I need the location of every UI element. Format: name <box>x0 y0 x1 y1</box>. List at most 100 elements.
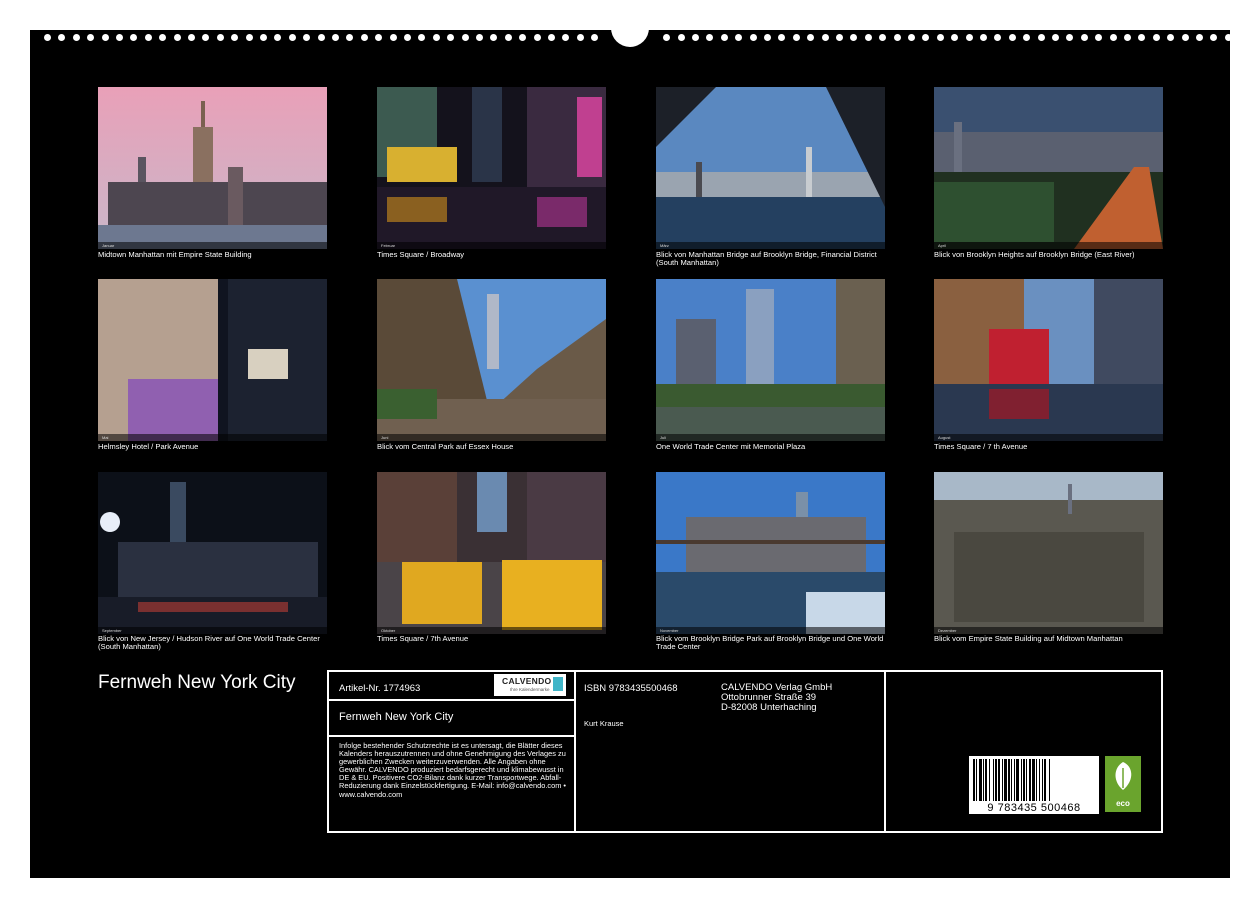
barcode-bar <box>983 759 984 801</box>
binding-hole <box>994 34 1001 41</box>
binding-hole <box>1210 34 1217 41</box>
barcode-bar <box>998 759 1000 801</box>
photo-thumbnail: Juni <box>377 279 606 441</box>
photo-caption: Blick vom Empire State Building auf Midt… <box>934 634 1123 643</box>
binding-hole <box>433 34 440 41</box>
month-label: Mai <box>102 435 109 440</box>
eco-badge: eco <box>1105 756 1141 812</box>
binding-hole <box>836 34 843 41</box>
photo-thumbnail: April <box>934 87 1163 249</box>
divider <box>329 735 574 737</box>
binding-hole <box>1110 34 1117 41</box>
manhattan-bridge-photo <box>656 87 885 249</box>
binding-hole <box>303 34 310 41</box>
binding-hole <box>548 34 555 41</box>
photo-caption: Blick von New Jersey / Hudson River auf … <box>98 634 320 652</box>
binding-hole <box>260 34 267 41</box>
month-label: April <box>938 243 947 248</box>
month-strip: September <box>98 627 327 634</box>
month-label: Februar <box>381 243 396 248</box>
article-number: Artikel-Nr. 1774963 <box>339 683 421 694</box>
month-strip: Mai <box>98 434 327 441</box>
binding-hole <box>332 34 339 41</box>
binding-hole <box>202 34 209 41</box>
binding-hole <box>534 34 541 41</box>
taxi-photo <box>377 472 606 634</box>
author: Kurt Krause <box>584 719 624 728</box>
barcode-bar <box>1026 759 1027 801</box>
month-label: Juni <box>381 435 389 440</box>
binding-hole <box>174 34 181 41</box>
photo-caption: Times Square / 7 th Avenue <box>934 442 1028 451</box>
photo-thumbnail: Februar <box>377 87 606 249</box>
photo-thumbnail: November <box>656 472 885 634</box>
binding-hole <box>778 34 785 41</box>
photo-caption: Helmsley Hotel / Park Avenue <box>98 442 199 451</box>
divider <box>884 672 886 831</box>
binding-hole <box>1124 34 1131 41</box>
photo-thumbnail: August <box>934 279 1163 441</box>
photo-caption: Blick vom Brooklyn Bridge Park auf Brook… <box>656 634 884 652</box>
skyline-photo <box>98 87 327 249</box>
barcode-bar <box>1036 759 1037 801</box>
hudson-river-photo <box>98 472 327 634</box>
binding-hole <box>490 34 497 41</box>
binding-hole <box>58 34 65 41</box>
photo-caption: Midtown Manhattan mit Empire State Build… <box>98 250 252 259</box>
month-strip: April <box>934 242 1163 249</box>
calvendo-logo: CALVENDO Ihre Kalendermarke <box>494 674 566 696</box>
binding-hole <box>476 34 483 41</box>
helmsley-hotel-photo <box>98 279 327 441</box>
central-park-photo <box>377 279 606 441</box>
month-label: Dezember <box>938 628 957 633</box>
barcode-bar <box>995 759 997 801</box>
isbn: ISBN 9783435500468 <box>584 683 678 694</box>
binding-hole <box>505 34 512 41</box>
binding-hole <box>130 34 137 41</box>
binding-hole <box>217 34 224 41</box>
month-strip: Juli <box>656 434 885 441</box>
divider <box>574 672 576 831</box>
binding-hole <box>1038 34 1045 41</box>
binding-hole <box>706 34 713 41</box>
barcode-number: 9 783435 500468 <box>987 802 1081 814</box>
barcode-bar <box>1002 759 1003 801</box>
binding-hole <box>418 34 425 41</box>
month-strip: November <box>656 627 885 634</box>
barcode-bar <box>1014 759 1015 801</box>
logo-tagline: Ihre Kalendermarke <box>510 687 550 692</box>
binding-hole <box>1081 34 1088 41</box>
barcode-bar <box>979 759 982 801</box>
binding-hole <box>73 34 80 41</box>
month-label: März <box>660 243 669 248</box>
binding-hole <box>1225 34 1232 41</box>
calendar-title: Fernweh New York City <box>98 672 296 693</box>
photo-caption: One World Trade Center mit Memorial Plaz… <box>656 442 806 451</box>
photo-caption: Blick von Brooklyn Heights auf Brooklyn … <box>934 250 1135 259</box>
barcode-bar <box>976 759 977 801</box>
binding-hole <box>1167 34 1174 41</box>
binding-hole <box>87 34 94 41</box>
binding-hole <box>404 34 411 41</box>
barcode-bar <box>1023 759 1025 801</box>
barcode-bar <box>985 759 987 801</box>
month-strip: Februar <box>377 242 606 249</box>
barcode-bar <box>1008 759 1010 801</box>
binding-hole <box>1095 34 1102 41</box>
binding-hole <box>822 34 829 41</box>
month-strip: Oktober <box>377 627 606 634</box>
binding-hole <box>750 34 757 41</box>
barcode-bar <box>1029 759 1031 801</box>
binding-hole <box>447 34 454 41</box>
binding-hole <box>980 34 987 41</box>
product-title: Fernweh New York City <box>339 711 454 723</box>
calendar-back-page: Januar Midtown Manhattan mit Empire Stat… <box>30 20 1232 878</box>
binding-hole <box>1153 34 1160 41</box>
photo-caption: Blick von Manhattan Bridge auf Brooklyn … <box>656 250 877 268</box>
binding-hole <box>102 34 109 41</box>
binding-hole <box>865 34 872 41</box>
barcode-bar <box>1042 759 1043 801</box>
photo-thumbnail: März <box>656 87 885 249</box>
binding-hole <box>274 34 281 41</box>
month-label: August <box>938 435 951 440</box>
